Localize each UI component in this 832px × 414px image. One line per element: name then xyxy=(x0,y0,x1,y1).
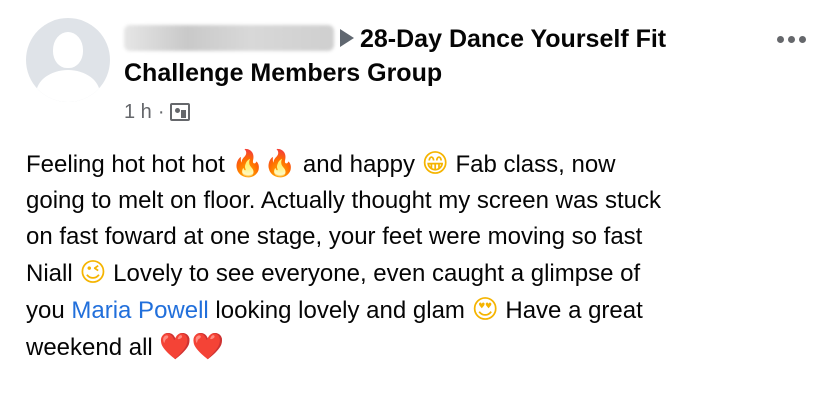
text: Have a great xyxy=(498,297,643,324)
text: on fast foward at one stage, your feet w… xyxy=(26,223,643,250)
group-name-line1[interactable]: 28-Day Dance Yourself Fit xyxy=(360,25,666,53)
avatar-body-shape xyxy=(36,70,100,102)
text: going to melt on floor. Actually thought… xyxy=(26,187,661,214)
text: Fab class, now xyxy=(448,151,616,178)
author-name-redacted[interactable] xyxy=(124,25,334,51)
post-title-line2: Challenge Members Group xyxy=(124,56,764,90)
heart-eyes-emoji-icon: 😍 xyxy=(471,295,499,325)
post-line-5: you Maria Powell looking lovely and glam… xyxy=(26,292,816,329)
timestamp[interactable]: 1 h xyxy=(124,101,152,124)
group-name-line2[interactable]: Challenge Members Group xyxy=(124,59,442,87)
text: and happy xyxy=(296,151,422,178)
post-line-3: on fast foward at one stage, your feet w… xyxy=(26,219,816,255)
winking-emoji-icon: 😉 xyxy=(79,258,107,288)
avatar-head-shape xyxy=(53,32,83,68)
more-dot xyxy=(777,36,784,43)
fire-emoji-icon: 🔥 xyxy=(263,149,297,179)
red-heart-emoji-icon: ❤️ xyxy=(159,332,192,362)
post-title: 28-Day Dance Yourself Fit xyxy=(124,22,764,56)
text: Lovely to see everyone, even caught a gl… xyxy=(106,260,641,287)
mention-link[interactable]: Maria Powell xyxy=(71,297,208,324)
post-line-1: Feeling hot hot hot 🔥🔥 and happy 😁 Fab c… xyxy=(26,146,816,183)
post-line-4: Niall 😉 Lovely to see everyone, even cau… xyxy=(26,255,816,292)
meta-separator: · xyxy=(157,100,165,123)
group-post: 28-Day Dance Yourself Fit Challenge Memb… xyxy=(0,0,832,414)
more-dot xyxy=(788,36,795,43)
arrow-right-icon xyxy=(340,29,354,47)
post-body: Feeling hot hot hot 🔥🔥 and happy 😁 Fab c… xyxy=(26,146,816,366)
red-heart-emoji-icon: ❤️ xyxy=(191,332,225,362)
post-header: 28-Day Dance Yourself Fit Challenge Memb… xyxy=(124,22,764,124)
post-meta: 1 h · xyxy=(124,100,764,124)
fire-emoji-icon: 🔥 xyxy=(231,149,264,179)
post-line-2: going to melt on floor. Actually thought… xyxy=(26,183,816,219)
more-options-icon[interactable] xyxy=(777,36,806,43)
text: you xyxy=(26,297,72,324)
post-line-6: weekend all ❤️❤️ xyxy=(26,329,816,366)
text: Feeling hot hot hot xyxy=(26,151,232,178)
grinning-emoji-icon: 😁 xyxy=(421,149,449,179)
text: Niall xyxy=(26,260,80,287)
avatar[interactable] xyxy=(26,18,110,102)
more-dot xyxy=(799,36,806,43)
group-audience-icon[interactable] xyxy=(170,103,191,121)
text: looking lovely and glam xyxy=(208,297,472,324)
text: weekend all xyxy=(26,334,160,361)
